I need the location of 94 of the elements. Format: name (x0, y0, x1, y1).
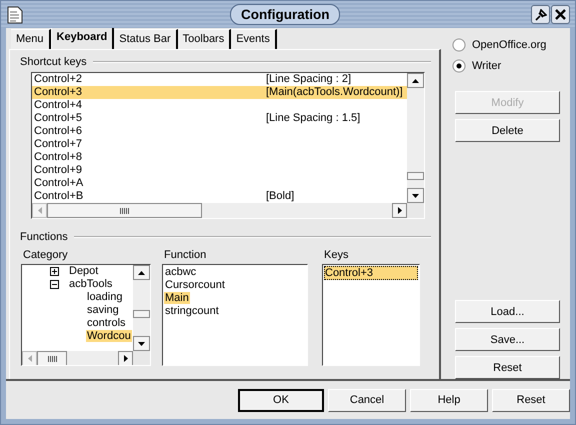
list-item[interactable]: stringcount (164, 305, 220, 317)
shortcut-row[interactable]: Control+5 [Line Spacing : 1.5] (32, 112, 407, 125)
dialog-button[interactable]: Cancel (328, 388, 406, 412)
side-button[interactable]: Load... (455, 300, 560, 323)
list-item[interactable]: acbwc (164, 266, 198, 278)
scroll-thumb[interactable] (37, 351, 67, 365)
right-arrow-icon (124, 355, 128, 362)
scroll-down-button[interactable] (407, 188, 424, 203)
dialog-button[interactable]: Reset (492, 388, 570, 412)
horizontal-scrollbar[interactable] (32, 203, 407, 218)
close-button[interactable] (551, 5, 570, 24)
shortcut-row[interactable]: Control+4 (32, 99, 407, 112)
tree-item[interactable]: Depot (50, 265, 133, 278)
scrollbar-corner (133, 351, 150, 365)
tab[interactable]: Status Bar (114, 29, 178, 49)
key-text: Control+7 (34, 138, 84, 151)
left-arrow-icon (28, 355, 32, 362)
pin-icon (534, 8, 546, 20)
radio-button[interactable] (452, 38, 466, 52)
scroll-thumb[interactable] (47, 203, 202, 218)
window-title: Configuration (230, 4, 340, 25)
document-icon[interactable] (7, 6, 23, 24)
down-arrow-icon (412, 194, 419, 198)
command-text: [Main(acbTools.Wordcount)] (266, 86, 403, 99)
key-text: Control+A (34, 177, 84, 190)
group-label: Functions (20, 231, 68, 243)
scroll-right-button[interactable] (392, 203, 407, 218)
list-item[interactable]: Main (164, 292, 190, 304)
shortcut-row[interactable]: Control+A (32, 177, 407, 190)
command-text: [Line Spacing : 2] (266, 73, 352, 86)
column-label: Category (23, 249, 69, 261)
scroll-right-button[interactable] (118, 351, 133, 365)
key-text: Control+4 (34, 99, 84, 112)
tab[interactable]: Toolbars (178, 29, 232, 49)
radio-option[interactable]: OpenOffice.org (452, 38, 560, 52)
scroll-down-button[interactable] (133, 336, 150, 351)
function-list[interactable]: acbwc Cursorcount Main stringcount (162, 264, 308, 366)
up-arrow-icon (138, 270, 145, 274)
shortcut-row[interactable]: Control+8 (32, 151, 407, 164)
scrollbar-corner (407, 203, 424, 218)
right-arrow-icon (398, 207, 402, 214)
tree-item[interactable]: acbTools (50, 278, 133, 291)
grip-icon (48, 356, 56, 362)
list-item[interactable]: Control+3 (324, 266, 418, 280)
command-text: [Line Spacing : 1.5] (266, 112, 360, 125)
shortcut-row[interactable]: Control+9 (32, 164, 407, 177)
shortcut-row[interactable]: Control+7 (32, 138, 407, 151)
shortcut-row[interactable]: Control+2 [Line Spacing : 2] (32, 73, 407, 86)
pin-button[interactable] (531, 5, 550, 24)
tree-item[interactable]: saving (50, 304, 133, 317)
key-text: Control+9 (34, 164, 84, 177)
dialog-button[interactable]: Help (410, 388, 488, 412)
down-arrow-icon (138, 342, 145, 346)
list-item[interactable]: Cursorcount (164, 279, 226, 291)
scroll-thumb[interactable] (133, 310, 150, 318)
scroll-thumb[interactable] (407, 172, 424, 180)
scroll-up-button[interactable] (133, 265, 150, 280)
shortcut-row[interactable]: Control+6 (32, 125, 407, 138)
side-button[interactable]: Save... (455, 328, 560, 351)
column-label: Function (164, 249, 208, 261)
radio-button[interactable] (452, 59, 466, 73)
key-text: Control+6 (34, 125, 84, 138)
key-text: Control+B (34, 190, 84, 203)
vertical-scrollbar[interactable] (407, 73, 424, 203)
tab[interactable]: Menu (11, 29, 51, 49)
category-tree[interactable]: Depot acbTools loading saving controls Wordcou (21, 264, 151, 366)
command-text: [Bold] (266, 190, 294, 203)
horizontal-scrollbar[interactable] (22, 351, 133, 365)
close-icon (555, 9, 566, 20)
key-text: Control+3 (34, 86, 84, 99)
keys-list[interactable]: Control+3 (322, 264, 420, 366)
tree-item[interactable]: loading (50, 291, 133, 304)
shortcut-row[interactable]: Control+3 [Main(acbTools.Wordcount)] (32, 86, 407, 99)
collapse-icon[interactable] (50, 280, 59, 289)
scroll-up-button[interactable] (407, 73, 424, 88)
radio-option[interactable]: Writer (452, 59, 560, 73)
key-text: Control+8 (34, 151, 84, 164)
dialog-button[interactable]: OK (238, 388, 324, 412)
key-text: Control+2 (34, 73, 84, 86)
side-button[interactable]: Reset (455, 356, 560, 379)
up-arrow-icon (412, 78, 419, 82)
grip-icon (120, 208, 129, 214)
side-button[interactable]: Delete (455, 119, 560, 142)
tab[interactable]: Keyboard (50, 26, 114, 49)
tree-item[interactable]: controls (50, 317, 133, 330)
shortcut-row[interactable]: Control+B [Bold] (32, 190, 407, 203)
column-label: Keys (324, 249, 350, 261)
tab[interactable]: Events (231, 29, 277, 49)
group-label: Shortcut keys (20, 56, 87, 68)
key-text: Control+5 (34, 112, 84, 125)
expand-icon[interactable] (50, 267, 59, 276)
vertical-scrollbar[interactable] (133, 265, 150, 351)
left-arrow-icon (38, 207, 42, 214)
shortcut-list[interactable]: Control+2 [Line Spacing : 2] Control+3 [Main(acbTools.Wordcount)] Control+4 Control+5 [Line Spacing : 1.5] Control+6 Control+7 Control+8 Control+9 Control+A Control+B [Bold] (31, 72, 425, 219)
